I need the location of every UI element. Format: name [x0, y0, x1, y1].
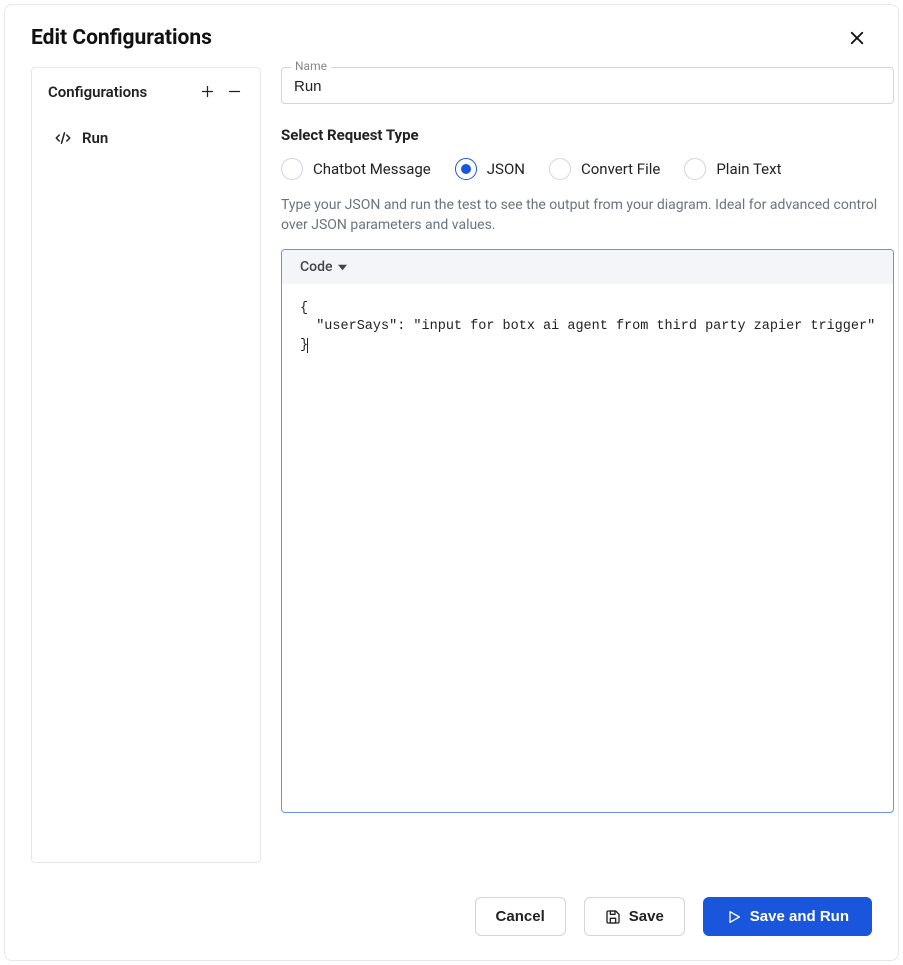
- button-label: Cancel: [496, 908, 545, 925]
- radio-chatbot-message[interactable]: Chatbot Message: [281, 158, 431, 180]
- radio-circle-icon: [455, 158, 477, 180]
- request-type-label: Select Request Type: [281, 126, 894, 144]
- minus-icon: [227, 84, 242, 99]
- edit-configurations-dialog: Edit Configurations Configurations: [4, 4, 899, 961]
- code-mode-dropdown[interactable]: Code: [282, 250, 893, 284]
- radio-label: JSON: [487, 160, 525, 178]
- sidebar-header: Configurations: [48, 82, 244, 101]
- sidebar-item-label: Run: [82, 129, 108, 147]
- radio-circle-icon: [684, 158, 706, 180]
- cancel-button[interactable]: Cancel: [475, 897, 566, 936]
- play-icon: [726, 909, 742, 925]
- main-panel: Name Select Request Type Chatbot Message…: [281, 67, 894, 863]
- code-editor[interactable]: { "userSays": "input for botx ai agent f…: [282, 284, 893, 812]
- caret-down-icon: [338, 263, 347, 272]
- button-label: Save: [629, 908, 664, 925]
- radio-label: Chatbot Message: [313, 160, 431, 178]
- close-icon: [848, 29, 866, 47]
- button-label: Save and Run: [750, 908, 849, 925]
- name-label: Name: [291, 59, 331, 73]
- close-button[interactable]: [844, 25, 870, 51]
- save-button[interactable]: Save: [584, 897, 685, 936]
- code-dropdown-label: Code: [300, 259, 332, 275]
- code-icon: [54, 129, 72, 147]
- code-content: { "userSays": "input for botx ai agent f…: [300, 301, 875, 352]
- dialog-footer: Cancel Save Save and Run: [5, 869, 898, 960]
- radio-circle-icon: [549, 158, 571, 180]
- dialog-title: Edit Configurations: [31, 26, 212, 50]
- radio-plain-text[interactable]: Plain Text: [684, 158, 781, 180]
- name-input[interactable]: [281, 67, 894, 104]
- remove-configuration-button[interactable]: [225, 82, 244, 101]
- sidebar-actions: [198, 82, 244, 101]
- radio-circle-icon: [281, 158, 303, 180]
- name-field-wrapper: Name: [281, 67, 894, 104]
- save-icon: [605, 909, 621, 925]
- request-type-radios: Chatbot Message JSON Convert File Plain …: [281, 158, 894, 180]
- radio-dot-icon: [461, 164, 471, 174]
- sidebar-title: Configurations: [48, 83, 147, 101]
- help-text: Type your JSON and run the test to see t…: [281, 196, 894, 235]
- radio-label: Convert File: [581, 160, 660, 178]
- configurations-sidebar: Configurations: [31, 67, 261, 863]
- radio-convert-file[interactable]: Convert File: [549, 158, 660, 180]
- dialog-header: Edit Configurations: [5, 5, 898, 67]
- radio-label: Plain Text: [716, 160, 781, 178]
- sidebar-item-run[interactable]: Run: [48, 125, 244, 151]
- plus-icon: [200, 84, 215, 99]
- add-configuration-button[interactable]: [198, 82, 217, 101]
- save-and-run-button[interactable]: Save and Run: [703, 897, 872, 936]
- dialog-body: Configurations: [5, 67, 898, 869]
- code-panel: Code { "userSays": "input for botx ai ag…: [281, 249, 894, 813]
- text-cursor-icon: [307, 338, 308, 353]
- radio-json[interactable]: JSON: [455, 158, 525, 180]
